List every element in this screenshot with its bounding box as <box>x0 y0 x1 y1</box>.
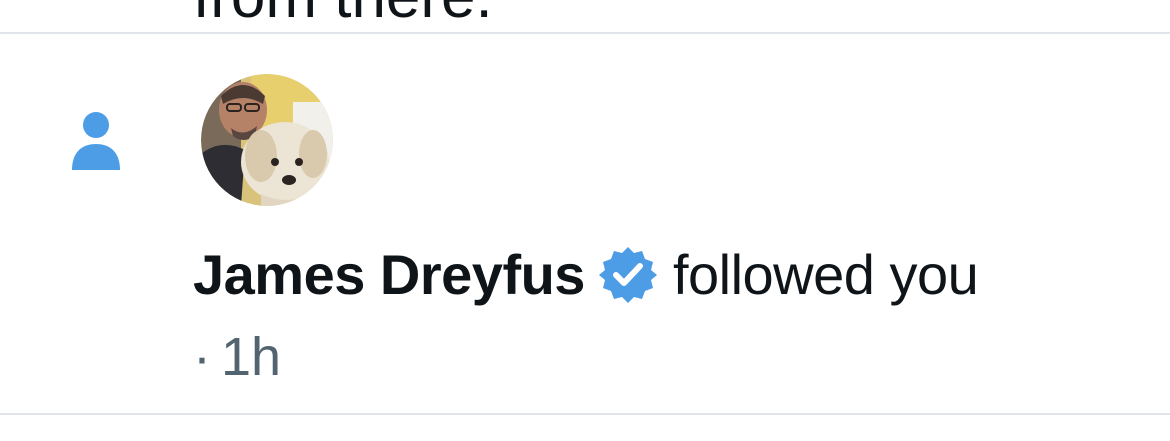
action-text: followed you <box>672 243 979 306</box>
person-icon <box>68 110 124 172</box>
avatar[interactable] <box>201 74 333 206</box>
follow-notification[interactable]: James Dreyfus followed you · 1h <box>0 34 1170 413</box>
verified-badge-icon <box>597 244 659 306</box>
user-name[interactable]: James Dreyfus <box>193 242 585 308</box>
notification-headline: James Dreyfus followed you <box>193 242 979 308</box>
divider <box>0 413 1170 415</box>
previous-notification-tail: from there. <box>0 0 1170 32</box>
notification-meta: · 1h <box>193 326 281 388</box>
separator-dot: · <box>193 327 211 387</box>
previous-notification-text: from there. <box>193 0 493 28</box>
timestamp: 1h <box>220 327 282 387</box>
